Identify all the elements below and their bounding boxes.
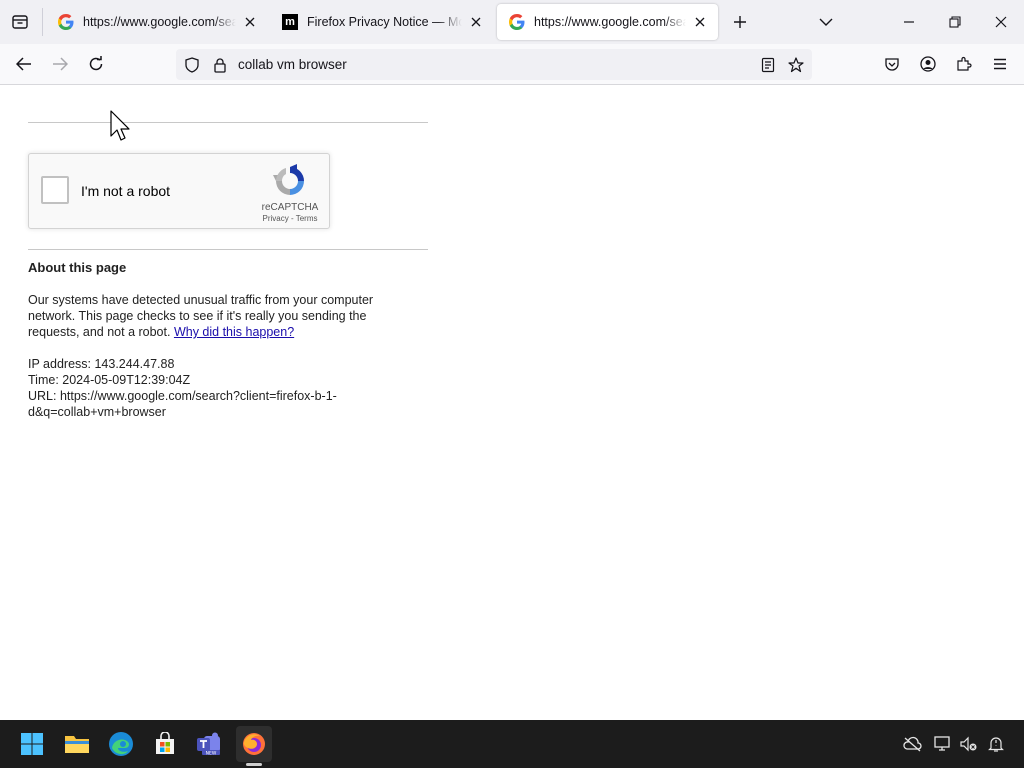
recaptcha-terms-link[interactable]: Terms [296, 214, 318, 223]
network-icon[interactable] [933, 734, 953, 754]
firefox-view-icon[interactable] [6, 8, 34, 36]
new-tab-icon[interactable] [726, 8, 754, 36]
tab-firefox-privacy-notice[interactable]: m Firefox Privacy Notice — Mozilla [270, 4, 494, 40]
tab-title: https://www.google.com/search?client=fir… [83, 15, 236, 29]
divider-top [28, 122, 428, 123]
close-tab-icon[interactable] [242, 14, 258, 30]
recaptcha-links: Privacy - Terms [251, 214, 329, 223]
extensions-puzzle-icon[interactable] [950, 50, 978, 78]
account-icon[interactable] [914, 50, 942, 78]
divider-bottom [28, 249, 428, 250]
microsoft-store-icon[interactable] [149, 728, 181, 760]
page-content: I'm not a robot reCAPTCHA Privacy - Term… [0, 86, 1024, 720]
close-tab-icon[interactable] [468, 14, 484, 30]
about-title: About this page [28, 260, 127, 275]
back-icon[interactable] [10, 50, 38, 78]
forward-icon[interactable] [46, 50, 74, 78]
close-window-icon[interactable] [987, 8, 1015, 36]
recaptcha-widget: I'm not a robot reCAPTCHA Privacy - Term… [28, 153, 330, 229]
notifications-icon[interactable] [986, 734, 1006, 754]
recaptcha-brand: reCAPTCHA [261, 202, 319, 213]
minimize-icon[interactable] [895, 8, 923, 36]
microsoft-teams-icon[interactable]: NEW [193, 728, 225, 760]
navigation-toolbar: collab vm browser [0, 44, 1024, 85]
active-app-indicator [246, 763, 262, 766]
recaptcha-privacy-link[interactable]: Privacy [263, 214, 289, 223]
mouse-cursor-icon [110, 110, 130, 141]
onedrive-offline-icon[interactable] [902, 734, 922, 754]
bookmark-star-icon[interactable] [782, 51, 810, 79]
url-text[interactable]: collab vm browser [238, 57, 347, 72]
volume-muted-icon[interactable] [959, 734, 979, 754]
svg-text:NEW: NEW [206, 750, 217, 756]
google-icon [509, 14, 525, 30]
tab-title: Firefox Privacy Notice — Mozilla [307, 15, 462, 29]
url-line-1: URL: https://www.google.com/search?clien… [28, 389, 337, 403]
tracking-protection-shield-icon[interactable] [178, 51, 206, 79]
restore-icon[interactable] [941, 8, 969, 36]
microsoft-edge-icon[interactable] [105, 728, 137, 760]
google-icon [58, 14, 74, 30]
windows-start-icon[interactable] [16, 728, 48, 760]
tab-separator [42, 8, 43, 36]
address-bar[interactable]: collab vm browser [176, 49, 812, 80]
recaptcha-label: I'm not a robot [81, 183, 171, 199]
tab-strip: https://www.google.com/search?client=fir… [0, 0, 1024, 44]
reader-view-icon[interactable] [754, 51, 782, 79]
reload-icon[interactable] [82, 50, 110, 78]
tab-google-search-active[interactable]: https://www.google.com/search?client=fir… [497, 4, 718, 40]
url-line-2: d&q=collab+vm+browser [28, 405, 166, 419]
menu-hamburger-icon[interactable] [986, 50, 1014, 78]
list-all-tabs-icon[interactable] [812, 8, 840, 36]
recaptcha-link-separator: - [288, 214, 296, 223]
mozilla-icon: m [282, 14, 298, 30]
pocket-icon[interactable] [878, 50, 906, 78]
ip-address: IP address: 143.244.47.88 [28, 357, 175, 371]
tab-title: https://www.google.com/search?client=fir… [534, 15, 686, 29]
tab-google-search-1[interactable]: https://www.google.com/search?client=fir… [46, 4, 268, 40]
recaptcha-checkbox[interactable] [41, 176, 69, 204]
windows-taskbar: NEW [0, 720, 1024, 768]
why-did-this-happen-link[interactable]: Why did this happen? [174, 325, 294, 339]
recaptcha-logo-icon [273, 164, 304, 195]
lock-icon[interactable] [206, 51, 234, 79]
time-stamp: Time: 2024-05-09T12:39:04Z [28, 373, 191, 387]
about-description: Our systems have detected unusual traffi… [28, 292, 408, 340]
file-explorer-icon[interactable] [61, 728, 93, 760]
firefox-taskbar-icon[interactable] [236, 726, 272, 766]
close-tab-icon[interactable] [692, 14, 708, 30]
